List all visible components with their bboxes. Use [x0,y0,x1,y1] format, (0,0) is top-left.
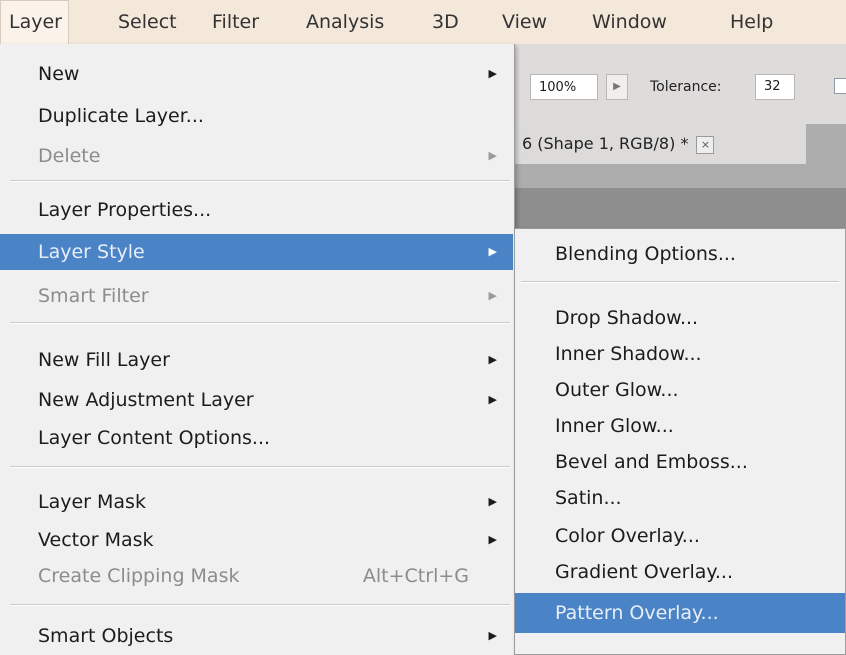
menu-item-label: Layer Properties... [38,199,212,221]
menu-separator [10,322,510,324]
shortcut-label: Alt+Ctrl+G [362,565,469,587]
menu-item-smart-objects[interactable]: Smart Objects ▶ [0,618,513,654]
submenu-arrow-icon: ▶ [488,495,497,508]
menu-separator [10,604,510,606]
menu-item-new-fill-layer[interactable]: New Fill Layer ▶ [0,342,513,378]
submenu-item-blending-options[interactable]: Blending Options... [515,237,845,271]
menu-item-new-adjustment-layer[interactable]: New Adjustment Layer ▶ [0,382,513,418]
submenu-arrow-icon: ▶ [488,629,497,642]
menu-item-label: Layer Style [38,241,145,263]
tolerance-label: Tolerance: [650,79,722,95]
menu-item-layer-style[interactable]: Layer Style ▶ [0,234,513,270]
submenu-arrow-icon: ▶ [488,67,497,80]
menu-filter[interactable]: Filter [212,0,259,44]
layer-style-submenu: Blending Options... Drop Shadow... Inner… [514,228,846,655]
document-tab-bar: 6 (Shape 1, RGB/8) * × [500,124,846,188]
submenu-item-inner-shadow[interactable]: Inner Shadow... [515,337,845,371]
tolerance-input[interactable]: 32 [755,74,795,100]
anti-alias-checkbox[interactable] [834,78,846,94]
submenu-item-drop-shadow[interactable]: Drop Shadow... [515,301,845,335]
menu-item-label: Smart Filter [38,285,149,307]
menu-layer[interactable]: Layer [0,0,69,44]
menu-item-label: Smart Objects [38,625,174,647]
menu-item-create-clipping-mask[interactable]: Create Clipping Mask Alt+Ctrl+G [0,558,513,594]
menu-item-label: New Fill Layer [38,349,170,371]
submenu-item-satin[interactable]: Satin... [515,481,845,515]
menu-item-label: Duplicate Layer... [38,105,204,127]
menu-item-vector-mask[interactable]: Vector Mask ▶ [0,522,513,558]
menu-item-layer-content-options[interactable]: Layer Content Options... [0,420,513,456]
menu-item-smart-filter[interactable]: Smart Filter ▶ [0,278,513,314]
menu-item-label: Delete [38,145,101,167]
submenu-item-color-overlay[interactable]: Color Overlay... [515,519,845,553]
menu-item-layer-properties[interactable]: Layer Properties... [0,192,513,228]
menu-separator [521,281,839,283]
menu-analysis[interactable]: Analysis [306,0,384,44]
menu-item-label: Vector Mask [38,529,154,551]
menu-item-label: Create Clipping Mask [38,565,240,587]
menu-help[interactable]: Help [730,0,773,44]
submenu-arrow-icon: ▶ [488,149,497,162]
submenu-item-gradient-overlay[interactable]: Gradient Overlay... [515,555,845,589]
submenu-arrow-icon: ▶ [488,245,497,258]
menu-separator [10,180,510,182]
menu-select[interactable]: Select [118,0,177,44]
document-tab-title: 6 (Shape 1, RGB/8) * [522,134,689,153]
menu-view[interactable]: View [502,0,547,44]
document-tab[interactable]: 6 (Shape 1, RGB/8) * × [500,124,806,164]
menu-item-delete[interactable]: Delete ▶ [0,138,513,174]
submenu-item-pattern-overlay[interactable]: Pattern Overlay... [515,593,845,633]
submenu-arrow-icon: ▶ [488,353,497,366]
menu-item-label: New Adjustment Layer [38,389,254,411]
menu-item-duplicate-layer[interactable]: Duplicate Layer... [0,98,513,134]
close-tab-icon[interactable]: × [696,135,715,154]
submenu-arrow-icon: ▶ [488,393,497,406]
zoom-field[interactable]: 100% [530,74,598,100]
menu-3d[interactable]: 3D [432,0,459,44]
menu-item-label: Layer Content Options... [38,427,271,449]
submenu-item-outer-glow[interactable]: Outer Glow... [515,373,845,407]
options-bar: 100% ▶ Tolerance: 32 [500,44,846,125]
layer-menu: New ▶ Duplicate Layer... Delete ▶ Layer … [0,44,515,655]
zoom-dropdown-arrow-icon[interactable]: ▶ [606,74,628,100]
menu-item-new[interactable]: New ▶ [0,56,513,92]
submenu-item-inner-glow[interactable]: Inner Glow... [515,409,845,443]
menu-separator [10,466,510,468]
menu-item-layer-mask[interactable]: Layer Mask ▶ [0,484,513,520]
menu-item-label: Layer Mask [38,491,146,513]
submenu-arrow-icon: ▶ [488,533,497,546]
menu-bar: Layer Select Filter Analysis 3D View Win… [0,0,846,44]
menu-window[interactable]: Window [592,0,667,44]
menu-item-label: New [38,63,80,85]
submenu-arrow-icon: ▶ [488,289,497,302]
submenu-item-bevel-and-emboss[interactable]: Bevel and Emboss... [515,445,845,479]
